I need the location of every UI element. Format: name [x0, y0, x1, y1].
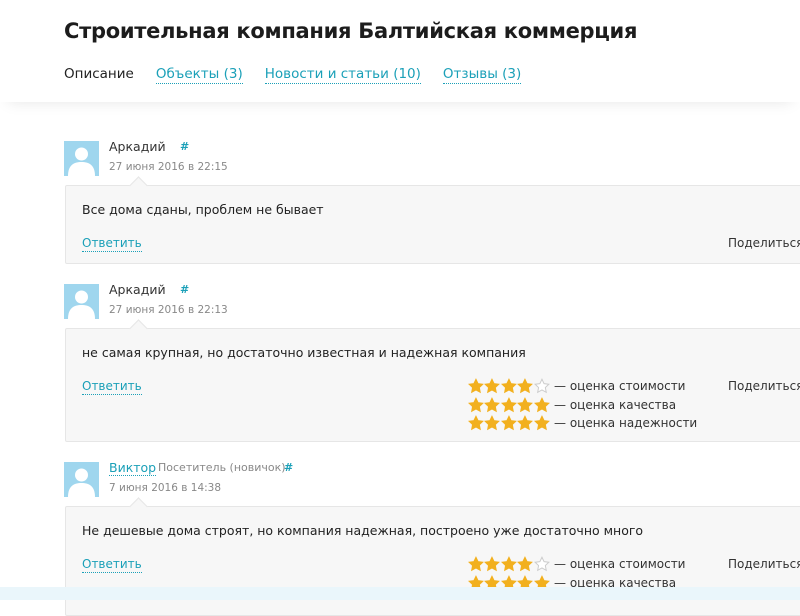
star-filled-icon	[517, 396, 534, 412]
tab-objects[interactable]: Объекты (3)	[155, 66, 243, 84]
star-filled-icon	[468, 555, 484, 571]
star-rating	[468, 414, 550, 431]
review-text: Не дешевые дома строят, но компания наде…	[82, 523, 644, 538]
star-rating	[468, 377, 550, 394]
reply-link[interactable]: Ответить	[82, 557, 142, 573]
rating-label: — оценка стоимости	[554, 378, 686, 393]
review-author: Аркадий	[109, 282, 166, 297]
tab-bar: Описание Объекты (3) Новости и статьи (1…	[64, 66, 543, 84]
star-filled-icon	[500, 377, 517, 393]
star-filled-icon	[484, 396, 501, 412]
page-header: Строительная компания Балтийская коммерц…	[0, 0, 800, 102]
star-filled-icon	[484, 555, 501, 571]
star-filled-icon	[517, 555, 534, 571]
review-author-link[interactable]: Виктор	[109, 460, 157, 476]
review-body: Все дома сданы, проблем не бывает Ответи…	[65, 176, 800, 264]
star-filled-icon	[500, 555, 517, 571]
tab-reviews[interactable]: Отзывы (3)	[442, 66, 522, 84]
rating-quality: — оценка качества	[468, 395, 676, 414]
star-filled-icon	[500, 396, 517, 412]
share-link[interactable]: Поделиться	[728, 236, 800, 250]
review-anchor-link[interactable]: #	[180, 140, 189, 153]
review-body: не самая крупная, но достаточно известна…	[65, 319, 800, 442]
review-author: Аркадий	[109, 139, 166, 154]
review-date: 27 июня 2016 в 22:13	[109, 304, 228, 316]
star-filled-icon	[500, 414, 517, 430]
review-date: 7 июня 2016 в 14:38	[109, 482, 222, 494]
rating-price: — оценка стоимости	[468, 554, 685, 573]
user-avatar-icon	[68, 147, 95, 176]
star-filled-icon	[533, 396, 550, 412]
review-anchor-link[interactable]: #	[180, 283, 189, 296]
review-date: 27 июня 2016 в 22:15	[109, 161, 228, 173]
star-filled-icon	[484, 414, 501, 430]
avatar	[64, 141, 99, 176]
avatar	[64, 462, 99, 497]
star-rating	[468, 396, 550, 413]
review-anchor-link[interactable]: #	[284, 461, 293, 474]
star-filled-icon	[468, 414, 484, 430]
reply-link[interactable]: Ответить	[82, 236, 142, 252]
share-link[interactable]: Поделиться	[728, 379, 800, 393]
star-filled-icon	[484, 377, 501, 393]
star-filled-icon	[468, 396, 484, 412]
rating-label: — оценка качества	[554, 397, 677, 412]
user-role-badge: Посетитель (новичок)	[158, 461, 286, 474]
rating-price: — оценка стоимости	[468, 376, 685, 395]
avatar	[64, 284, 99, 319]
tab-news-articles[interactable]: Новости и статьи (10)	[264, 66, 421, 84]
rating-label: — оценка надежности	[554, 415, 698, 430]
user-avatar-icon	[68, 290, 95, 319]
review-text: Все дома сданы, проблем не бывает	[82, 202, 324, 217]
star-filled-icon	[468, 377, 484, 393]
page-title: Строительная компания Балтийская коммерц…	[64, 19, 638, 43]
rating-reliability: — оценка надежности	[468, 413, 697, 432]
star-rating	[468, 555, 550, 572]
rating-label: — оценка стоимости	[554, 556, 686, 571]
bottom-bar	[0, 587, 800, 600]
share-link[interactable]: Поделиться	[728, 557, 800, 571]
star-empty-icon	[533, 377, 550, 393]
user-avatar-icon	[68, 468, 95, 497]
star-empty-icon	[533, 555, 550, 571]
reply-link[interactable]: Ответить	[82, 379, 142, 395]
tab-description[interactable]: Описание	[64, 66, 134, 84]
star-filled-icon	[517, 414, 534, 430]
star-filled-icon	[533, 414, 550, 430]
star-filled-icon	[517, 377, 534, 393]
review-text: не самая крупная, но достаточно известна…	[82, 345, 526, 360]
